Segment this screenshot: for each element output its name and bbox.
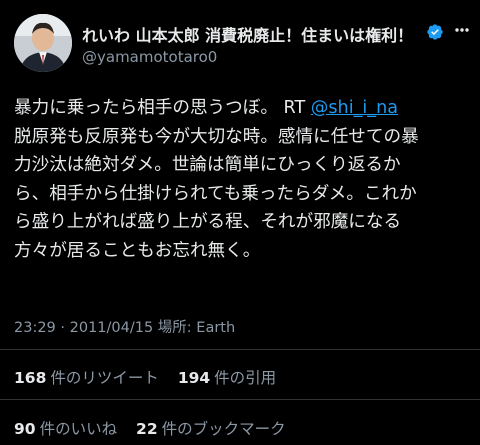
- retweets-count: 168: [14, 369, 47, 387]
- likes-label: 件のいいね: [39, 420, 118, 438]
- more-options-icon[interactable]: [454, 20, 470, 40]
- tweet-line: 力沙汰は絶対ダメ。世論は簡単にひっくり返るか: [14, 155, 401, 176]
- bookmarks-count: 22: [136, 420, 158, 438]
- divider: [0, 399, 480, 400]
- tweet-line-1: 暴力に乗ったら相手の思うつぼ。 RT @shi_i_na: [14, 94, 472, 123]
- stats-row-engagement: 90 件のいいね 22 件のブックマーク: [14, 417, 300, 439]
- divider: [0, 349, 480, 350]
- tweet-line-1-text: 暴力に乗ったら相手の思うつぼ。 RT: [14, 98, 311, 118]
- avatar[interactable]: [14, 14, 72, 72]
- display-name[interactable]: れいわ 山本太郎 消費税廃止！住まいは権利！: [82, 22, 428, 46]
- bookmarks-label: 件のブックマーク: [161, 420, 286, 438]
- verified-badge-icon: [427, 24, 443, 40]
- tweet-line: ら、相手から仕掛けられても乗ったらダメ。これか: [14, 183, 417, 204]
- tweet-timestamp-location[interactable]: 23:29 · 2011/04/15 場所: Earth: [14, 316, 235, 337]
- tweet-header: れいわ 山本太郎 消費税廃止！住まいは権利！ @yamamototaro0: [14, 14, 469, 74]
- stats-row-shares: 168 件のリツイート 194 件の引用: [14, 366, 290, 388]
- user-handle[interactable]: @yamamototaro0: [82, 48, 217, 66]
- avatar-photo: [14, 14, 72, 72]
- tweet-line: ら盛り上がれば盛り上がる程、それが邪魔になる: [14, 212, 402, 233]
- quotes-label: 件の引用: [214, 369, 277, 387]
- bookmarks-stat[interactable]: 22 件のブックマーク: [136, 420, 286, 438]
- quotes-stat[interactable]: 194 件の引用: [178, 369, 276, 387]
- likes-count: 90: [14, 420, 36, 438]
- retweets-label: 件のリツイート: [50, 369, 159, 387]
- retweets-stat[interactable]: 168 件のリツイート: [14, 369, 159, 387]
- tweet-line: 脱原発も反原発も今が大切な時。感情に任せての暴: [14, 126, 419, 147]
- mention-link[interactable]: @shi_i_na: [311, 98, 398, 118]
- tweet-line: 方々が居ることもお忘れ無く。: [14, 240, 261, 261]
- tweet-text: 暴力に乗ったら相手の思うつぼ。 RT @shi_i_na 脱原発も反原発も今が大…: [14, 94, 472, 266]
- likes-stat[interactable]: 90 件のいいね: [14, 420, 117, 438]
- quotes-count: 194: [177, 369, 211, 387]
